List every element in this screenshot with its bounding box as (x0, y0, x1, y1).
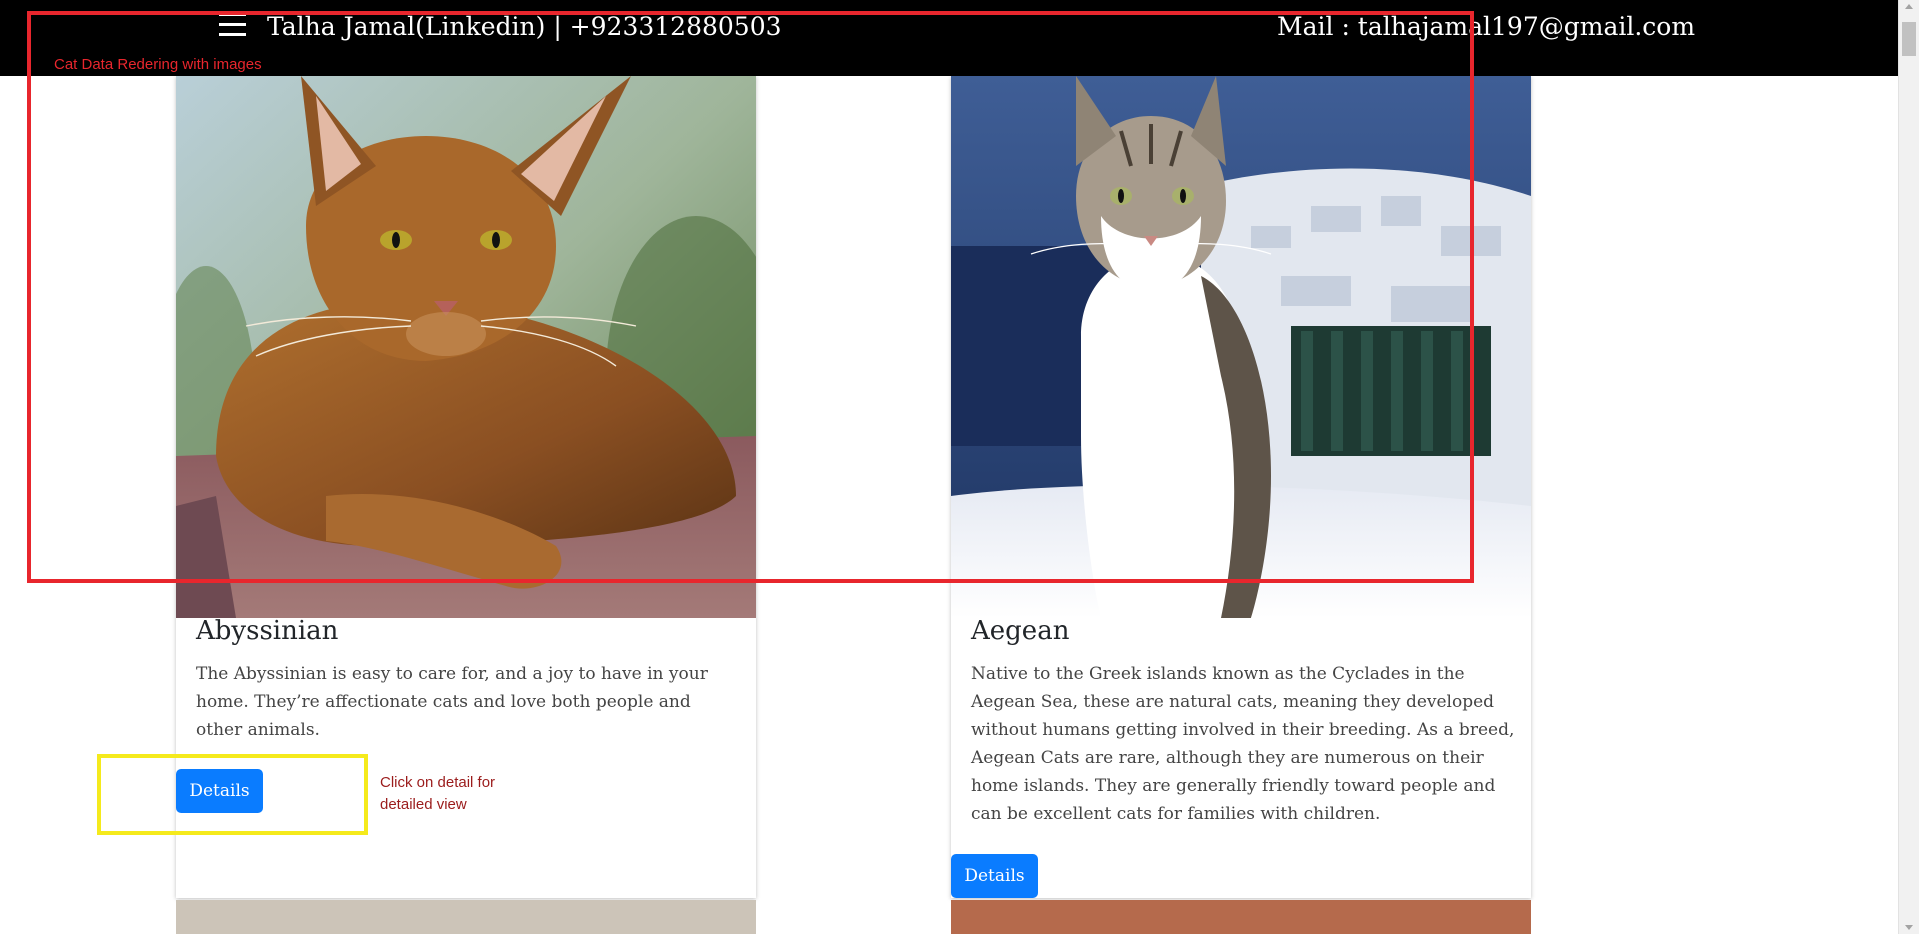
details-button[interactable]: Details (176, 769, 263, 813)
vertical-scrollbar[interactable] (1898, 0, 1919, 934)
cat-image (176, 76, 756, 618)
cat-card-next-image (176, 900, 756, 934)
hamburger-icon[interactable] (219, 13, 246, 37)
contact-mail: Mail : talhajamal197@gmail.com (1277, 12, 1696, 41)
cat-breed-title: Aegean (971, 616, 1070, 646)
scroll-down-arrow-icon[interactable] (1905, 925, 1913, 930)
cat-card: Aegean Native to the Greek islands known… (951, 76, 1531, 898)
scroll-up-arrow-icon[interactable] (1905, 4, 1913, 9)
brand-link[interactable]: Talha Jamal(Linkedin) | +923312880503 (267, 12, 782, 41)
scroll-thumb[interactable] (1902, 22, 1916, 56)
cat-card-next-image (951, 900, 1531, 934)
cat-image (951, 76, 1531, 618)
cat-description: The Abyssinian is easy to care for, and … (196, 664, 708, 740)
top-navbar: Talha Jamal(Linkedin) | +923312880503 Ma… (0, 0, 1898, 76)
cat-breed-title: Abyssinian (196, 616, 339, 646)
details-button[interactable]: Details (951, 854, 1038, 898)
cat-description: Native to the Greek islands known as the… (971, 664, 1515, 824)
annotation-label-red: Cat Data Redering with images (54, 56, 262, 73)
annotation-label-yellow: Click on detail for detailed view (380, 774, 496, 813)
